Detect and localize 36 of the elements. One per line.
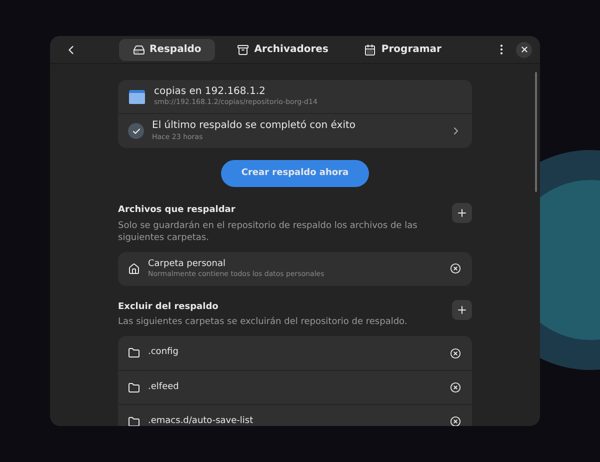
- remove-button[interactable]: [448, 346, 462, 360]
- check-icon: [132, 126, 140, 136]
- folder-name: .config: [148, 347, 180, 359]
- status-title: El último respaldo se completó con éxito: [152, 120, 357, 133]
- plus-icon: [456, 304, 468, 316]
- folder-name: .emacs.d/auto-save-list: [148, 416, 254, 426]
- folder-name: .elfeed: [148, 382, 180, 394]
- remove-button[interactable]: [448, 262, 462, 276]
- tab[interactable]: Archivadores: [223, 38, 342, 60]
- folder-icon: [128, 382, 140, 394]
- folder-icon: [128, 347, 140, 359]
- tab[interactable]: Programar: [350, 38, 456, 60]
- folder-icon: [128, 416, 140, 426]
- add-button[interactable]: [452, 300, 472, 320]
- tab[interactable]: Respaldo: [118, 38, 216, 60]
- section-description: Solo se guardarán en el repositorio de respaldo los archivos de las siguientes carpetas.: [118, 220, 418, 244]
- folder-name: Carpeta personal: [148, 258, 227, 270]
- network-folder-icon: [128, 88, 146, 106]
- remove-icon: [450, 348, 460, 358]
- remove-icon: [450, 416, 460, 426]
- drive-icon: [132, 44, 144, 56]
- section-title: Excluir del respaldo: [118, 300, 220, 314]
- remove-icon: [450, 382, 460, 393]
- add-button[interactable]: [452, 203, 472, 223]
- archive-icon: [237, 44, 250, 56]
- home-icon: [128, 262, 140, 274]
- close-button[interactable]: [516, 42, 532, 58]
- remove-icon: [450, 263, 460, 274]
- close-icon: [520, 45, 528, 54]
- plus-icon: [456, 207, 468, 219]
- remove-button[interactable]: [448, 380, 462, 394]
- remove-button[interactable]: [448, 414, 462, 426]
- section-description: Las siguientes carpetas se excluirán del repositorio de respaldo.: [118, 316, 408, 328]
- repository-title: copias en 192.168.1.2: [154, 86, 266, 98]
- calendar-icon: [364, 44, 376, 56]
- section-title: Archivos que respaldar: [118, 204, 236, 217]
